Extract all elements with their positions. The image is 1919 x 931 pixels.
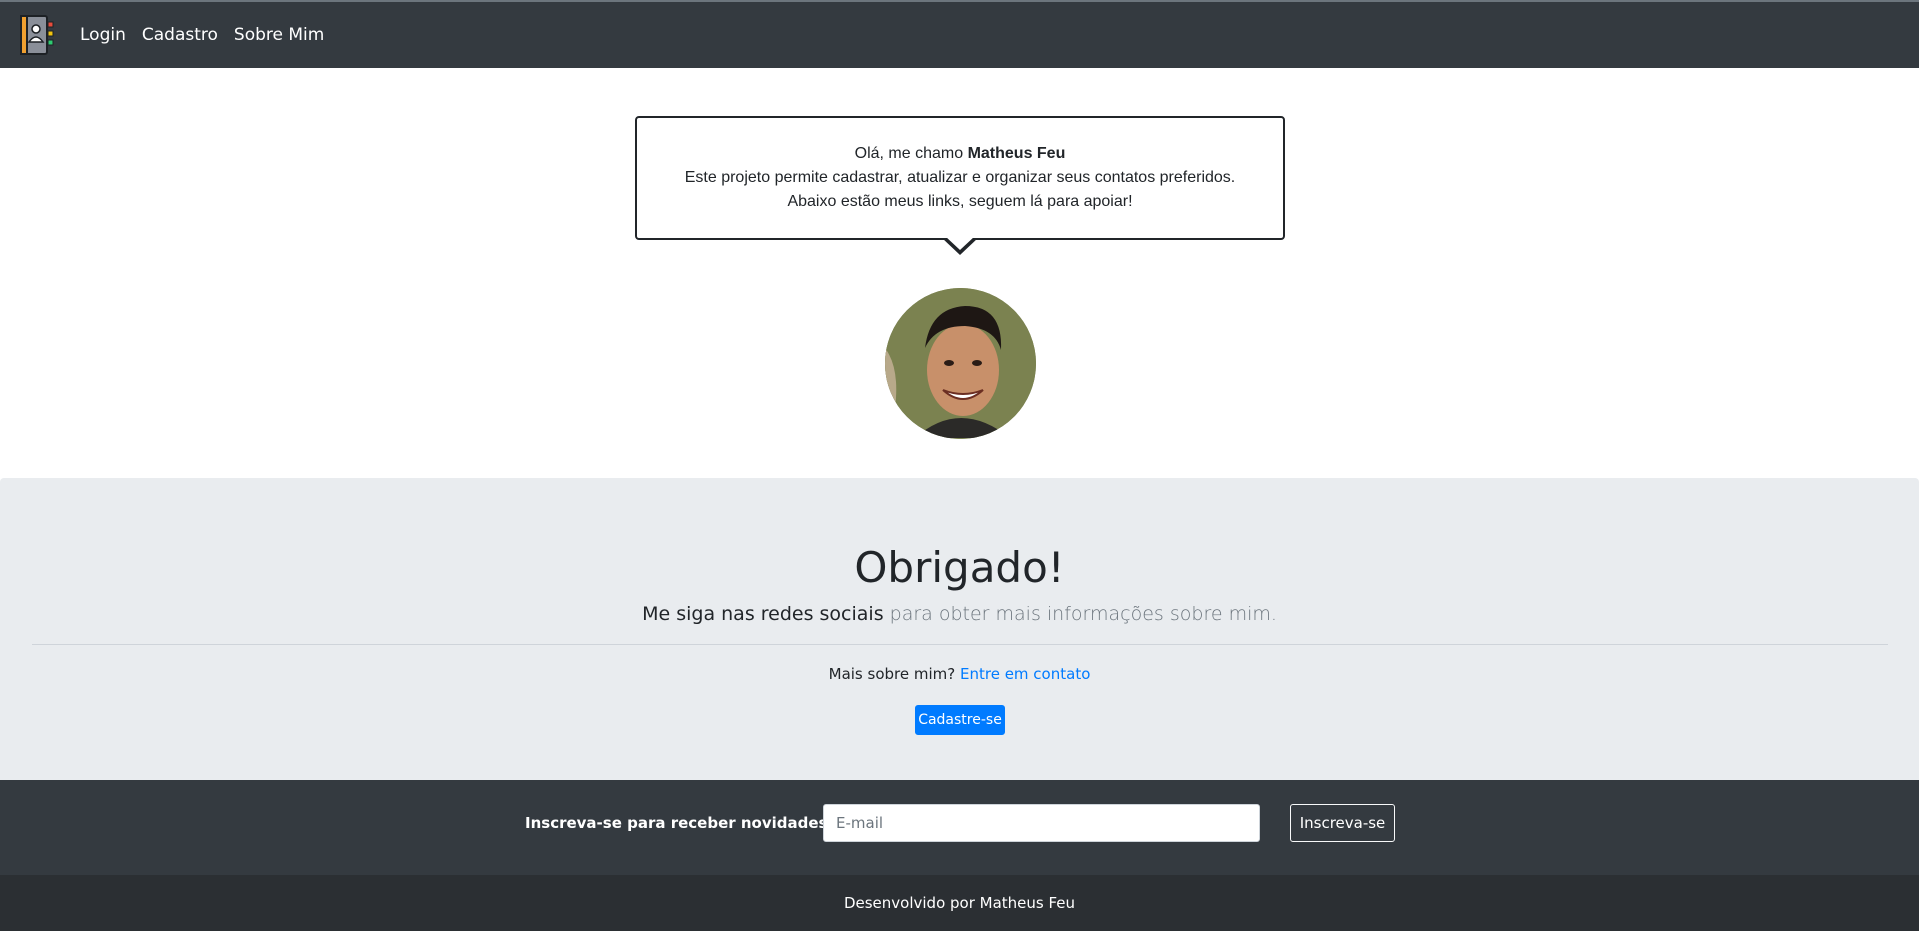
nav-sobre-mim[interactable]: Sobre Mim bbox=[234, 25, 324, 45]
footer: Desenvolvido por Matheus Feu bbox=[0, 875, 1919, 931]
bubble-line-3: Abaixo estão meus links, seguem lá para … bbox=[787, 193, 1133, 210]
bubble-tail bbox=[942, 236, 978, 255]
more-about-text: Mais sobre mim? bbox=[828, 665, 956, 683]
contact-link[interactable]: Entre em contato bbox=[960, 665, 1090, 683]
nav-cadastro[interactable]: Cadastro bbox=[142, 25, 218, 45]
greeting-text: Olá, me chamo bbox=[854, 145, 964, 162]
nav-login[interactable]: Login bbox=[80, 25, 126, 45]
speech-bubble: Olá, me chamo Matheus Feu Este projeto p… bbox=[635, 116, 1285, 240]
bubble-line-2: Este projeto permite cadastrar, atualiza… bbox=[684, 169, 1236, 186]
contact-book-icon[interactable] bbox=[18, 14, 56, 56]
lead-rest-text: para obter mais informações sobre mim. bbox=[889, 603, 1277, 625]
bubble-line-1: Olá, me chamo Matheus Feu bbox=[855, 142, 1066, 166]
thank-you-title: Obrigado! bbox=[854, 543, 1065, 592]
newsletter-section: Inscreva-se para receber novidades: Insc… bbox=[0, 780, 1919, 875]
divider bbox=[32, 644, 1888, 645]
lead-strong-text: Me siga nas redes sociais bbox=[642, 603, 884, 625]
footer-credit: Desenvolvido por Matheus Feu bbox=[843, 894, 1076, 912]
more-about-me: Mais sobre mim? Entre em contato bbox=[0, 665, 1919, 683]
email-input[interactable] bbox=[823, 804, 1260, 842]
signup-button[interactable]: Cadastre-se bbox=[915, 705, 1005, 735]
subscribe-button[interactable]: Inscreva-se bbox=[1290, 804, 1395, 842]
social-lead: Me siga nas redes sociais para obter mai… bbox=[0, 603, 1919, 625]
author-name: Matheus Feu bbox=[967, 145, 1066, 162]
navbar: Login Cadastro Sobre Mim bbox=[0, 0, 1919, 68]
avatar bbox=[885, 288, 1036, 439]
newsletter-label: Inscreva-se para receber novidades: bbox=[525, 814, 834, 832]
thank-you-section: Obrigado! Me siga nas redes sociais para… bbox=[0, 478, 1919, 780]
